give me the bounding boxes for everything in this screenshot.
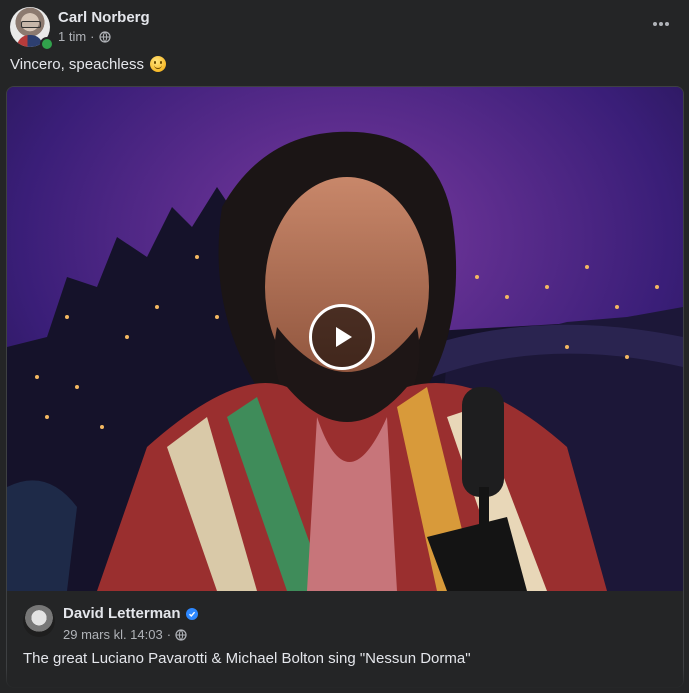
post-meta: 1 tim · xyxy=(58,29,111,44)
post-text: Vincero, speachless xyxy=(10,56,167,73)
author-name[interactable]: Carl Norberg xyxy=(58,9,150,26)
shared-post-date[interactable]: 29 mars kl. 14:03 xyxy=(63,627,163,642)
avatar-glasses xyxy=(21,21,41,28)
verified-badge-icon xyxy=(185,607,198,620)
shared-author-row: David Letterman xyxy=(63,605,198,622)
smiley-emoji-icon xyxy=(150,56,167,72)
globe-icon[interactable] xyxy=(98,30,111,43)
online-status-icon xyxy=(40,37,54,51)
post-timestamp[interactable]: 1 tim xyxy=(58,29,86,44)
bottom-fade xyxy=(0,667,689,693)
play-icon xyxy=(336,327,352,347)
meta-separator: · xyxy=(90,29,95,44)
shared-post-meta: 29 mars kl. 14:03 · xyxy=(63,627,187,642)
avatar-shirt xyxy=(17,35,43,47)
video-thumbnail[interactable] xyxy=(7,87,683,591)
shared-post-card[interactable]: David Letterman 29 mars kl. 14:03 · The … xyxy=(6,86,684,688)
globe-icon[interactable] xyxy=(175,628,187,641)
shared-author-avatar[interactable] xyxy=(23,605,55,637)
dot-icon xyxy=(653,22,657,26)
dot-icon xyxy=(665,22,669,26)
meta-separator: · xyxy=(166,627,172,642)
post-header: Carl Norberg 1 tim · xyxy=(10,7,679,51)
post-text-content: Vincero, speachless xyxy=(10,56,144,73)
dot-icon xyxy=(659,22,663,26)
shared-post-text: The great Luciano Pavarotti & Michael Bo… xyxy=(23,650,471,667)
more-options-button[interactable] xyxy=(650,13,672,35)
shared-author-name[interactable]: David Letterman xyxy=(63,605,181,622)
play-button[interactable] xyxy=(309,304,375,370)
